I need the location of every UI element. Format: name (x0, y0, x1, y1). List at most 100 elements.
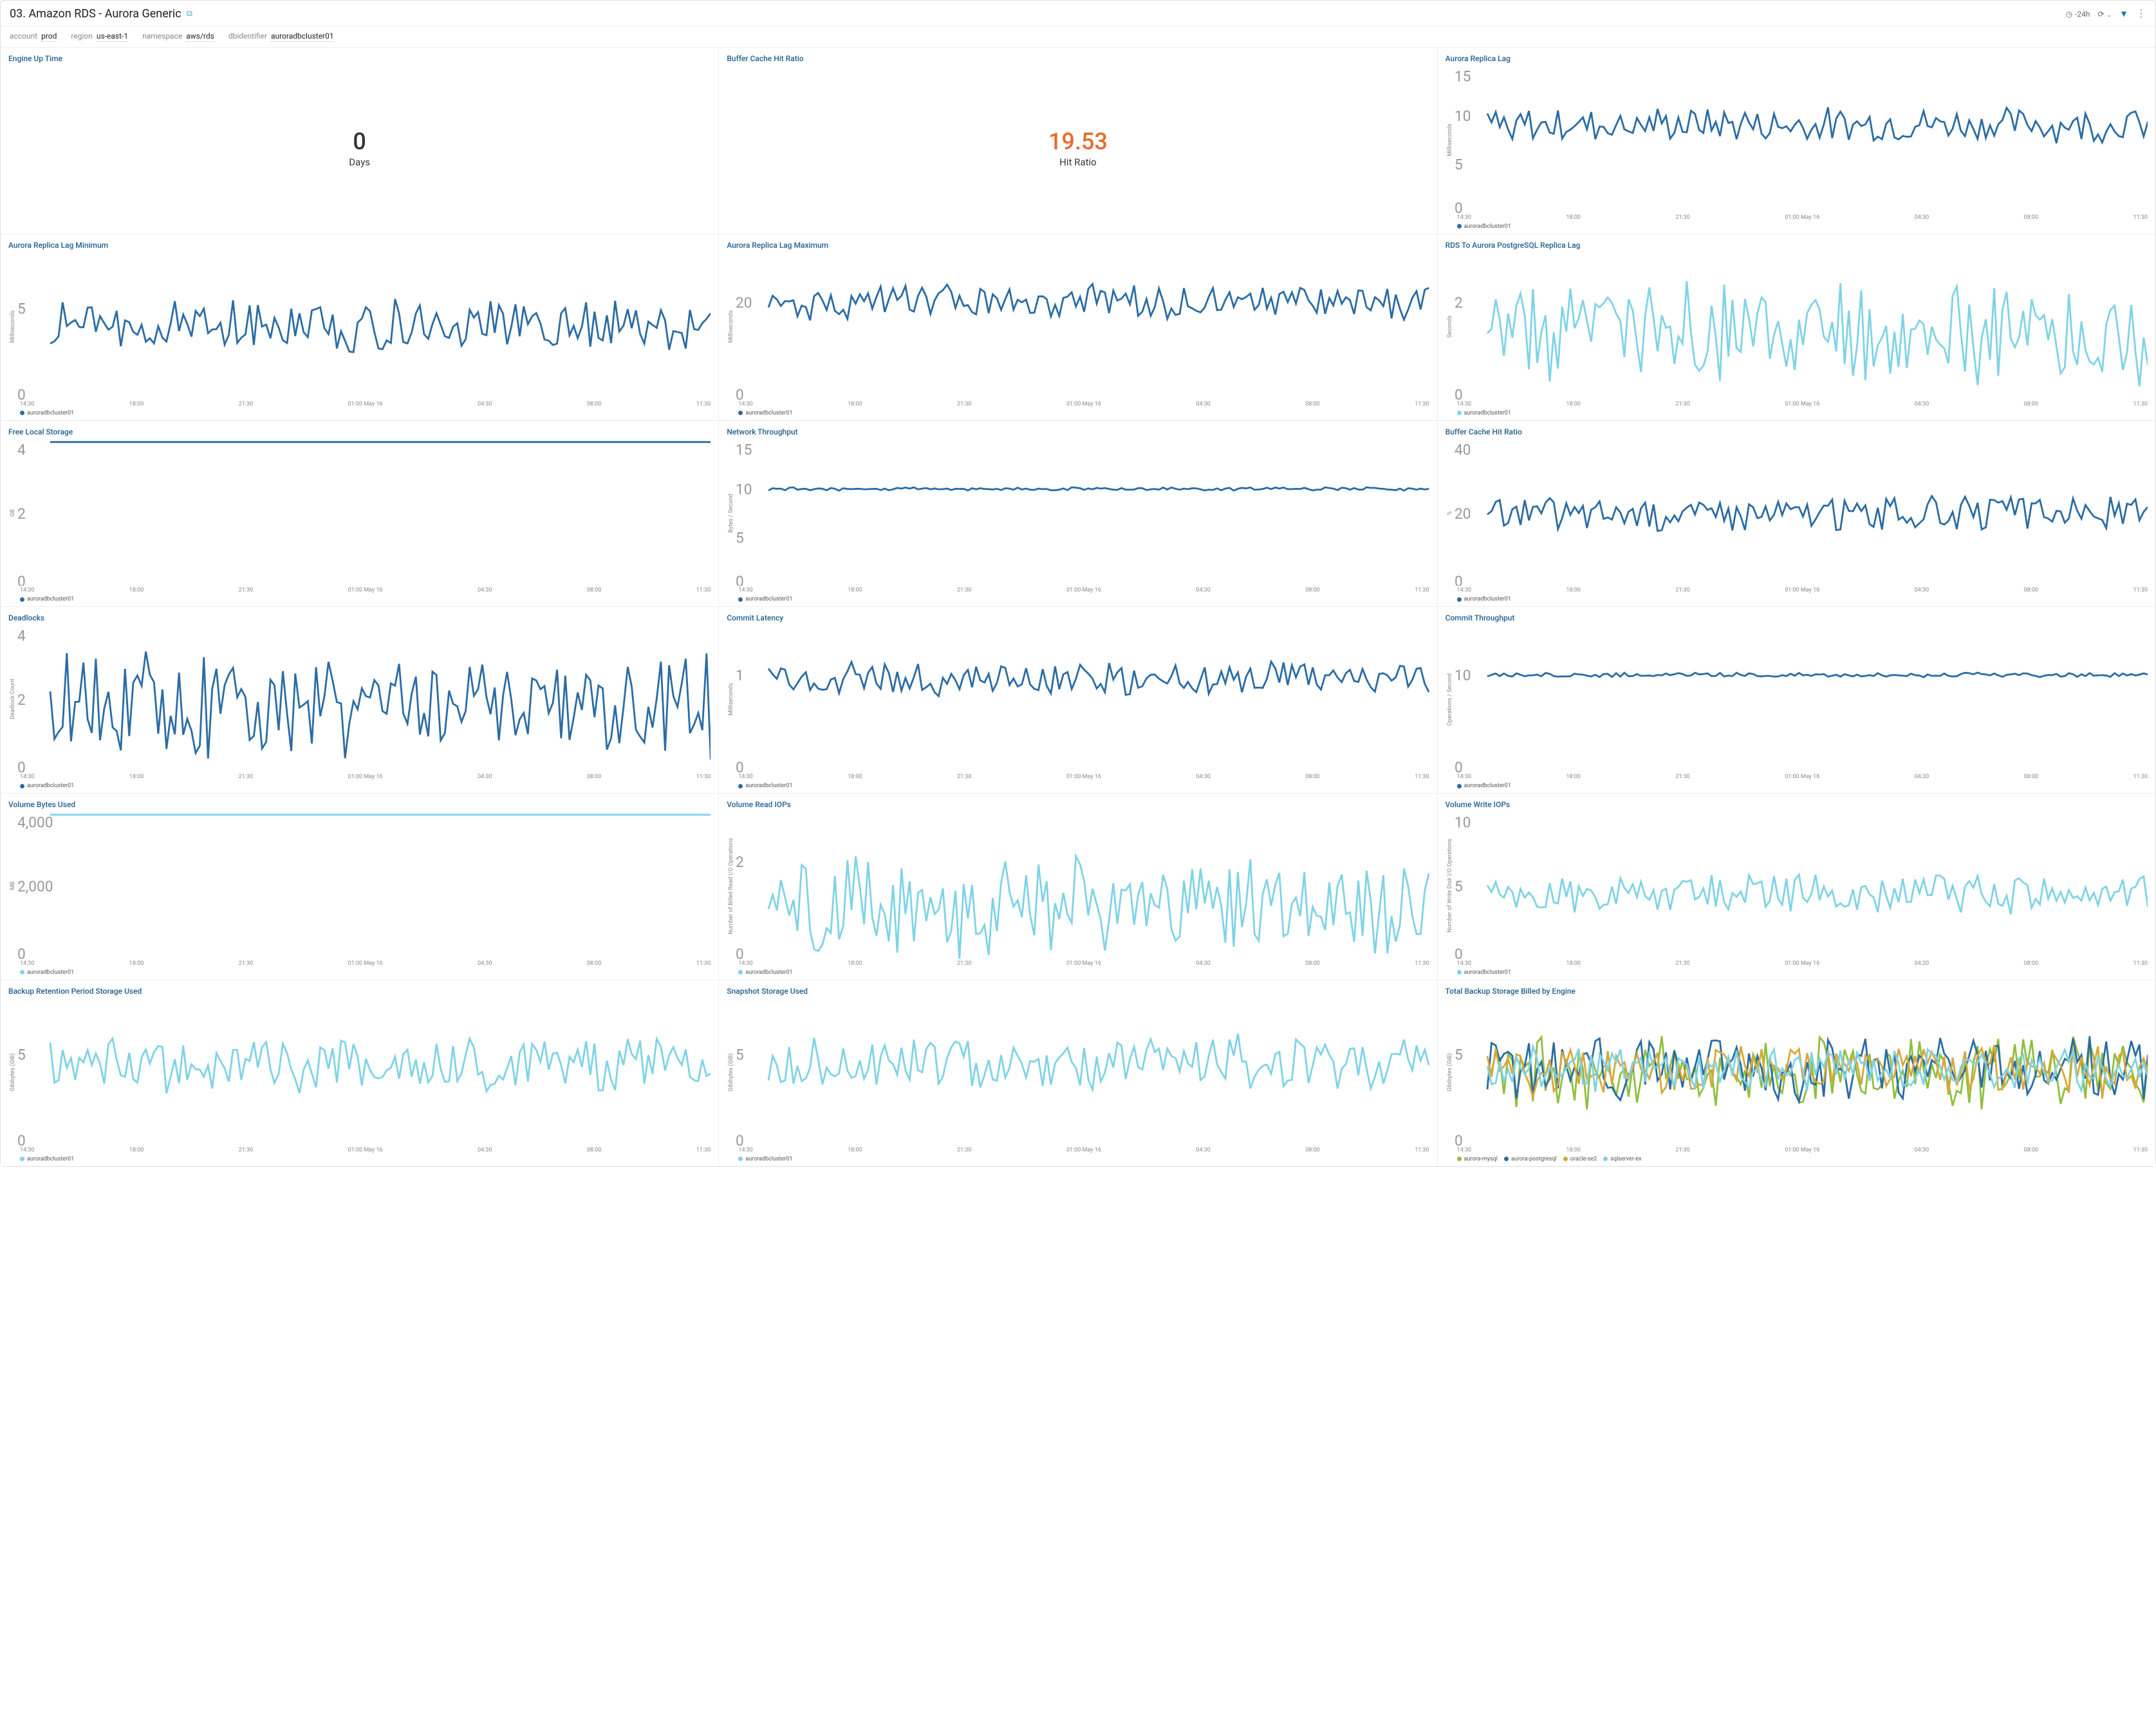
legend-item[interactable]: auroradbcluster01 (1457, 596, 1511, 602)
chart-plot[interactable]: 024 (17, 626, 711, 772)
panel-p5: Aurora Replica Lag MaximumMilliseconds02… (719, 234, 1436, 420)
y-axis-label: Milliseconds (8, 254, 17, 400)
legend-item[interactable]: auroradbcluster01 (1457, 969, 1511, 976)
panel-title: Total Backup Storage Billed by Engine (1445, 987, 2148, 996)
legend-dot (1563, 1157, 1568, 1161)
chart-plot[interactable]: 05 (1454, 1000, 2148, 1146)
chart-plot[interactable]: 05 (17, 254, 711, 400)
chart-plot[interactable]: 02,0004,000 (17, 813, 711, 959)
x-axis: 14:3018:0021:3001:00 May 1604:3008:0011:… (1445, 772, 2148, 783)
x-axis: 14:3018:0021:3001:00 May 1604:3008:0011:… (727, 959, 1429, 969)
filter-value[interactable]: prod (41, 32, 57, 42)
svg-text:5: 5 (736, 529, 744, 546)
panel-title: Snapshot Storage Used (727, 987, 1429, 996)
legend: auroradbcluster01 (1445, 783, 2148, 789)
chart-plot[interactable]: 02 (736, 813, 1429, 959)
filter-value[interactable]: aws/rds (186, 32, 214, 42)
refresh-button[interactable] (2098, 10, 2112, 19)
open-external-icon[interactable]: ⧉ (187, 9, 192, 19)
chart-plot[interactable]: 01 (736, 626, 1429, 772)
legend-dot (1457, 411, 1462, 415)
panel-title: Volume Write IOPs (1445, 800, 2148, 809)
chart-plot[interactable]: 024 (17, 440, 711, 586)
panel-title: Aurora Replica Lag Minimum (8, 241, 711, 250)
legend: auroradbcluster01 (1445, 410, 2148, 416)
svg-text:0: 0 (1454, 386, 1463, 400)
legend-item[interactable]: auroradbcluster01 (738, 783, 792, 789)
panel-p11: Commit LatencyMilliseconds0114:3018:0021… (719, 607, 1436, 793)
filter-value[interactable]: auroradbcluster01 (271, 32, 334, 42)
chart-plot[interactable]: 02040 (1454, 440, 2148, 586)
legend-item[interactable]: auroradbcluster01 (1457, 223, 1511, 230)
legend-item[interactable]: aurora-postgresql (1504, 1156, 1557, 1162)
chart-plot[interactable]: 020 (736, 254, 1429, 400)
legend-dot (738, 1157, 743, 1161)
legend-item[interactable]: auroradbcluster01 (20, 410, 74, 416)
svg-text:0: 0 (1454, 759, 1463, 772)
svg-text:10: 10 (1454, 107, 1471, 125)
x-axis: 14:3018:0021:3001:00 May 1604:3008:0011:… (8, 959, 711, 969)
chart-plot[interactable]: 05 (736, 1000, 1429, 1146)
filter-icon[interactable]: ▼ (2119, 8, 2128, 19)
legend-item[interactable]: auroradbcluster01 (20, 1156, 74, 1162)
legend-item[interactable]: auroradbcluster01 (20, 783, 74, 789)
time-range-picker[interactable]: -24h (2066, 10, 2090, 19)
legend-item[interactable]: auroradbcluster01 (738, 596, 792, 602)
svg-text:20: 20 (736, 294, 752, 312)
kebab-menu-icon[interactable]: ⋮ (2136, 9, 2146, 18)
legend: auroradbcluster01 (8, 783, 711, 789)
panel-p13: Volume Bytes UsedMB02,0004,00014:3018:00… (1, 794, 718, 980)
panel-title: Deadlocks (8, 613, 711, 622)
panel-title: Backup Retention Period Storage Used (8, 987, 711, 996)
legend-item[interactable]: auroradbcluster01 (1457, 410, 1511, 416)
legend-label: auroradbcluster01 (27, 1156, 74, 1162)
panel-title: Commit Latency (727, 613, 1429, 622)
x-axis: 14:3018:0021:3001:00 May 1604:3008:0011:… (1445, 213, 2148, 223)
refresh-icon (2098, 10, 2105, 19)
page-title: 03. Amazon RDS - Aurora Generic (10, 7, 181, 21)
legend-item[interactable]: auroradbcluster01 (20, 969, 74, 976)
legend-item[interactable]: auroradbcluster01 (738, 1156, 792, 1162)
svg-text:1: 1 (736, 667, 744, 684)
legend: aurora-mysql aurora-postgresql oracle-se2 s… (1445, 1156, 2148, 1162)
y-axis-label: Bytes / Second (727, 440, 736, 586)
panel-title: Buffer Cache Hit Ratio (727, 54, 1429, 63)
legend-item[interactable]: auroradbcluster01 (738, 969, 792, 976)
chart-plot[interactable]: 05 (17, 1000, 711, 1146)
legend-label: auroradbcluster01 (27, 969, 74, 976)
svg-text:2: 2 (17, 505, 26, 522)
legend-dot (738, 784, 743, 788)
y-axis-label: Gibibytes (GiB) (8, 1000, 17, 1146)
chart-plot[interactable]: 051015 (1454, 67, 2148, 213)
chart-plot[interactable]: 02 (1454, 254, 2148, 400)
legend-dot (738, 597, 743, 602)
x-axis: 14:3018:0021:3001:00 May 1604:3008:0011:… (1445, 400, 2148, 410)
x-axis: 14:3018:0021:3001:00 May 1604:3008:0011:… (727, 1146, 1429, 1156)
legend-label: sqlserver-ex (1610, 1156, 1641, 1162)
legend-item[interactable]: auroradbcluster01 (738, 410, 792, 416)
chart-plot[interactable]: 0510 (1454, 813, 2148, 959)
legend-item[interactable]: oracle-se2 (1563, 1156, 1597, 1162)
x-axis: 14:3018:0021:3001:00 May 1604:3008:0011:… (727, 400, 1429, 410)
svg-text:5: 5 (1454, 878, 1463, 895)
legend: auroradbcluster01 (8, 596, 711, 602)
legend-item[interactable]: aurora-mysql (1457, 1156, 1498, 1162)
panel-title: Free Local Storage (8, 427, 711, 436)
y-axis-label: Milliseconds (1445, 67, 1454, 213)
panel-title: Engine Up Time (8, 54, 711, 63)
legend-dot (20, 597, 24, 602)
chart-plot[interactable]: 051015 (736, 440, 1429, 586)
svg-text:2: 2 (17, 691, 26, 709)
legend-item[interactable]: sqlserver-ex (1603, 1156, 1641, 1162)
legend-label: auroradbcluster01 (1464, 596, 1511, 602)
panel-title: Volume Read IOPs (727, 800, 1429, 809)
filter-namespace: namespaceaws/rds (142, 32, 214, 42)
legend: auroradbcluster01 (727, 596, 1429, 602)
filter-value[interactable]: us-east-1 (97, 32, 128, 42)
legend-item[interactable]: auroradbcluster01 (1457, 783, 1511, 789)
x-axis: 14:3018:0021:3001:00 May 1604:3008:0011:… (8, 586, 711, 596)
chart-plot[interactable]: 010 (1454, 626, 2148, 772)
panel-p15: Volume Write IOPsNumber of Write Disk I/… (1438, 794, 2155, 980)
legend-item[interactable]: auroradbcluster01 (20, 596, 74, 602)
x-axis: 14:3018:0021:3001:00 May 1604:3008:0011:… (8, 772, 711, 783)
